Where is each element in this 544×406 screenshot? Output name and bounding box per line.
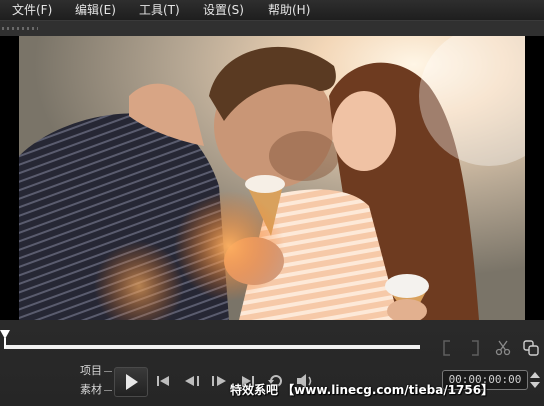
mode-project-label[interactable]: 项目 bbox=[80, 364, 102, 378]
menu-tools[interactable]: 工具(T) bbox=[139, 0, 180, 20]
mode-clip-label[interactable]: 素材 bbox=[80, 383, 102, 397]
play-icon bbox=[126, 374, 138, 390]
menu-bar: 文件(F) 编辑(E) 工具(T) 设置(S) 帮助(H) bbox=[0, 0, 544, 20]
next-frame-icon[interactable] bbox=[208, 372, 230, 390]
copy-icon[interactable] bbox=[522, 339, 540, 357]
mark-out-bracket-icon[interactable] bbox=[468, 339, 482, 357]
scrub-handle-stem bbox=[4, 338, 6, 348]
toolbar-strip bbox=[0, 20, 544, 37]
play-button[interactable] bbox=[114, 367, 148, 397]
go-to-start-icon[interactable] bbox=[154, 372, 172, 390]
menu-settings[interactable]: 设置(S) bbox=[203, 0, 244, 20]
watermark-text: 特效系吧 【www.linecg.com/tieba/1756】 bbox=[230, 383, 494, 397]
preview-photo bbox=[19, 36, 525, 320]
spinner-up-icon bbox=[530, 372, 540, 378]
preview-window bbox=[0, 36, 544, 320]
scissors-icon[interactable] bbox=[494, 339, 512, 357]
spinner-down-icon bbox=[530, 382, 540, 388]
scrub-bar[interactable] bbox=[4, 345, 420, 349]
mark-in-bracket-icon[interactable] bbox=[440, 339, 454, 357]
preview-image bbox=[19, 36, 525, 320]
mode-clip-line bbox=[104, 390, 112, 391]
previous-frame-icon[interactable] bbox=[182, 372, 204, 390]
menu-help[interactable]: 帮助(H) bbox=[268, 0, 310, 20]
timecode-spinner[interactable] bbox=[528, 370, 542, 390]
toolbar-grip[interactable] bbox=[2, 27, 38, 30]
menu-file[interactable]: 文件(F) bbox=[12, 0, 52, 20]
mode-project-line bbox=[104, 371, 112, 372]
menu-edit[interactable]: 编辑(E) bbox=[75, 0, 116, 20]
